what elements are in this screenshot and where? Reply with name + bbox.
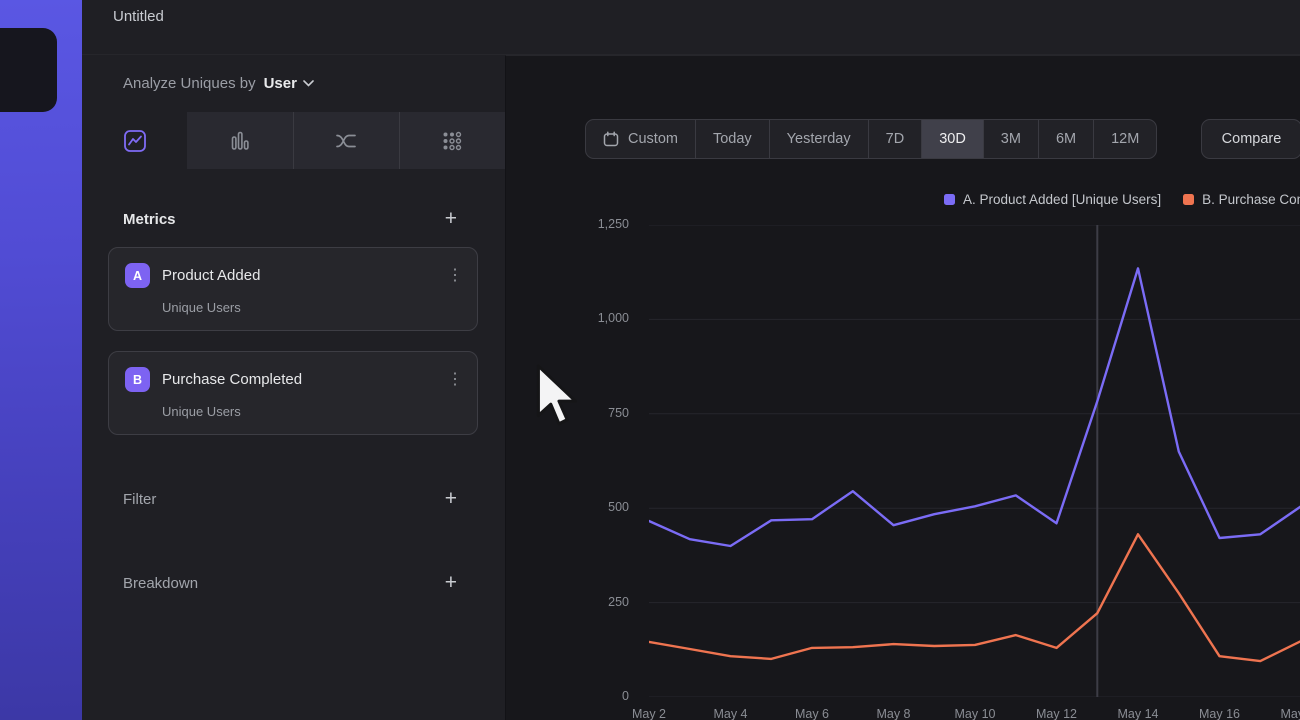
add-metric-button[interactable]: + (443, 209, 459, 229)
range-custom-button[interactable]: Custom (586, 120, 695, 158)
analyze-label: Analyze Uniques by (123, 75, 256, 92)
calendar-icon (603, 131, 619, 147)
range-custom-label: Custom (628, 131, 678, 147)
analyze-entity-select[interactable]: User (264, 75, 314, 92)
range-6m-button[interactable]: 6M (1038, 120, 1093, 158)
chart-svg (649, 225, 1300, 697)
tab-insights[interactable] (82, 112, 187, 169)
x-tick-label: May 6 (777, 707, 847, 720)
range-today-button[interactable]: Today (695, 120, 769, 158)
legend-label-b: B. Purchase Completed [Unique Users] (1202, 192, 1300, 207)
tab-flows[interactable] (293, 112, 399, 169)
series-line-0 (649, 268, 1300, 546)
y-tick-label: 1,000 (565, 311, 629, 325)
y-tick-label: 750 (565, 406, 629, 420)
metric-badge-b: B (125, 367, 150, 392)
range-30d-button[interactable]: 30D (921, 120, 983, 158)
y-tick-label: 1,250 (565, 217, 629, 231)
tab-funnels[interactable] (187, 112, 292, 169)
chart-panel: Custom Today Yesterday 7D 30D 3M 6M 12M … (505, 55, 1300, 720)
x-tick-label: May 14 (1103, 707, 1173, 720)
y-tick-label: 0 (565, 689, 629, 703)
filter-header: Filter + (123, 489, 459, 509)
legend-item-a[interactable]: A. Product Added [Unique Users] (944, 192, 1161, 207)
metric-event-name[interactable]: Purchase Completed (162, 371, 302, 388)
metric-card-b-top: B Purchase Completed ⋮ (125, 367, 463, 392)
x-tick-label: May 4 (696, 707, 766, 720)
legend-swatch-b (1183, 194, 1194, 205)
breakdown-title: Breakdown (123, 575, 198, 592)
x-tick-label: May 10 (940, 707, 1010, 720)
metric-card-b[interactable]: B Purchase Completed ⋮ Unique Users (108, 351, 478, 435)
analyze-bar: Analyze Uniques by User (82, 55, 505, 112)
x-tick-label: May 8 (859, 707, 929, 720)
legend-label-a: A. Product Added [Unique Users] (963, 192, 1161, 207)
legend-swatch-a (944, 194, 955, 205)
metric-badge-a: A (125, 263, 150, 288)
chart-legend: A. Product Added [Unique Users] B. Purch… (944, 192, 1300, 207)
range-7d-button[interactable]: 7D (868, 120, 922, 158)
metric-measure[interactable]: Unique Users (162, 404, 463, 419)
add-filter-button[interactable]: + (443, 489, 459, 509)
range-yesterday-button[interactable]: Yesterday (769, 120, 868, 158)
x-tick-label: May 2 (614, 707, 684, 720)
metric-cards: A Product Added ⋮ Unique Users B Purchas… (108, 247, 478, 435)
tab-retention[interactable] (399, 112, 505, 169)
metric-event-name[interactable]: Product Added (162, 267, 260, 284)
metric-options-button[interactable]: ⋮ (447, 268, 463, 284)
x-tick-label: May 16 (1185, 707, 1255, 720)
metric-card-a-top: A Product Added ⋮ (125, 263, 463, 288)
add-breakdown-button[interactable]: + (443, 573, 459, 593)
flows-icon (334, 129, 358, 153)
retention-icon (440, 129, 464, 153)
analyze-entity-value: User (264, 75, 297, 92)
x-tick-label: May 12 (1022, 707, 1092, 720)
breakdown-header: Breakdown + (123, 573, 459, 593)
y-tick-label: 250 (565, 595, 629, 609)
report-title[interactable]: Untitled (113, 8, 164, 25)
range-3m-button[interactable]: 3M (983, 120, 1038, 158)
query-sidebar: Analyze Uniques by User (82, 55, 505, 720)
series-line-1 (649, 534, 1300, 661)
compare-button[interactable]: Compare (1201, 119, 1300, 159)
metrics-header: Metrics + (123, 209, 459, 229)
x-tick-label: May 18 (1266, 707, 1300, 720)
y-tick-label: 500 (565, 500, 629, 514)
legend-item-b[interactable]: B. Purchase Completed [Unique Users] (1183, 192, 1300, 207)
insights-icon (123, 129, 147, 153)
report-type-tabs (82, 112, 505, 169)
nav-rail (0, 0, 82, 720)
metric-measure[interactable]: Unique Users (162, 300, 463, 315)
funnels-icon (228, 129, 252, 153)
filter-title: Filter (123, 491, 156, 508)
metric-options-button[interactable]: ⋮ (447, 372, 463, 388)
top-bar: Untitled (82, 0, 1300, 55)
nav-rail-block (0, 28, 57, 112)
metrics-title: Metrics (123, 211, 176, 228)
chevron-down-icon (303, 80, 314, 87)
date-range-bar: Custom Today Yesterday 7D 30D 3M 6M 12M (585, 119, 1157, 159)
metric-card-a[interactable]: A Product Added ⋮ Unique Users (108, 247, 478, 331)
range-12m-button[interactable]: 12M (1093, 120, 1156, 158)
app-window: Untitled Analyze Uniques by User (0, 0, 1300, 720)
